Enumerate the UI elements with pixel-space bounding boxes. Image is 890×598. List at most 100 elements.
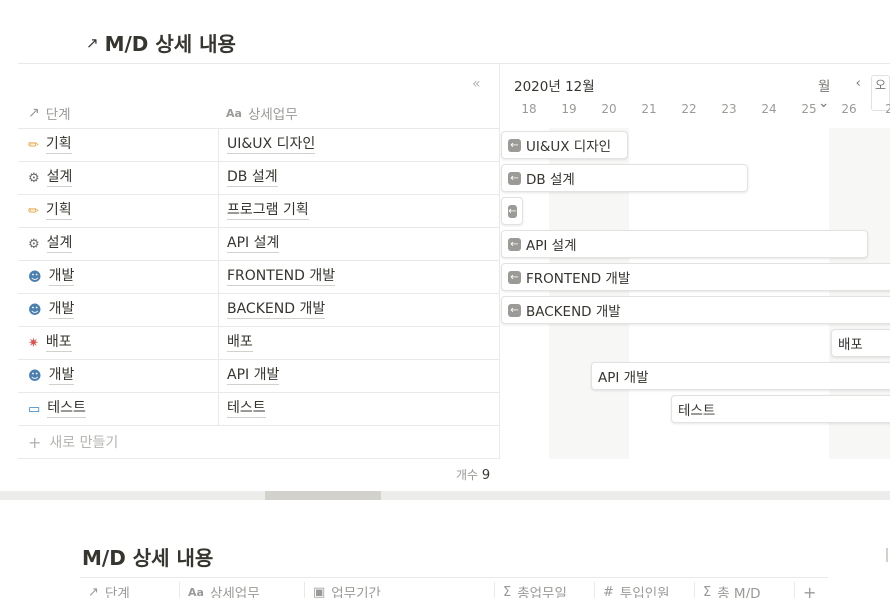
table-row[interactable]: ⚙ 설계 API 설계 (18, 227, 500, 260)
add-column-button[interactable]: + (794, 582, 816, 598)
scroll-left-arrow-icon[interactable]: ← (508, 171, 521, 185)
column-header-task[interactable]: Aa 상세업무 (226, 101, 298, 125)
phase-link[interactable]: 테스트 (47, 400, 86, 418)
developer-icon: ☻ (28, 368, 42, 384)
new-row-button[interactable]: + 새로 만들기 (18, 425, 500, 459)
column-header-label: 총업무일 (517, 586, 567, 598)
phase-cell[interactable]: ⚙ 설계 (28, 228, 73, 260)
column-header-label: 투입인원 (619, 586, 670, 598)
column-header[interactable]: # 투입인원 (594, 582, 670, 598)
timeline-day: 26 (841, 102, 857, 116)
timeline-bar[interactable]: ← (501, 197, 523, 225)
table-row[interactable]: ✏ 기획 프로그램 기획 (18, 194, 500, 227)
page-title[interactable]: ↗ M/D 상세 내용 (86, 28, 236, 57)
column-header[interactable]: Σ 총업무일 (494, 582, 567, 598)
scrollbar-thumb[interactable] (265, 491, 381, 500)
task-link[interactable]: 배포 (227, 334, 253, 352)
timeline-bar[interactable]: ← DB 설계 (501, 164, 748, 192)
calendar-icon: ▣ (313, 584, 326, 598)
link-arrow-icon: ↗ (86, 33, 99, 52)
task-cell[interactable]: API 설계 (227, 228, 280, 260)
column-header-label: 총 M/D (717, 586, 761, 598)
timeline-bar[interactable]: 테스트 (671, 395, 890, 423)
task-link[interactable]: DB 설계 (227, 169, 278, 187)
task-link[interactable]: 프로그램 기획 (227, 202, 309, 220)
timeline-bar-label: 테스트 (678, 403, 716, 419)
timeline-day: 24 (761, 102, 777, 116)
timeline-bar-label: API 설계 (526, 238, 577, 254)
table-row[interactable]: ▭ 테스트 테스트 (18, 392, 500, 425)
task-link[interactable]: UI&UX 디자인 (227, 136, 316, 154)
column-header[interactable]: Aa 상세업무 (179, 582, 260, 598)
timeline-bar[interactable]: ← FRONTEND 개발 (501, 263, 890, 291)
task-cell[interactable]: 프로그램 기획 (227, 195, 309, 227)
task-link[interactable]: API 개발 (227, 367, 280, 385)
collapse-table-button[interactable]: « (472, 76, 481, 92)
task-cell[interactable]: DB 설계 (227, 162, 278, 194)
column-header-phase[interactable]: ↗ 단계 (28, 101, 71, 125)
scroll-left-arrow-icon[interactable]: ← (508, 204, 517, 218)
task-cell[interactable]: UI&UX 디자인 (227, 129, 316, 161)
table-row[interactable]: ☻ 개발 FRONTEND 개발 (18, 260, 500, 293)
timeline-bar[interactable]: ← UI&UX 디자인 (501, 131, 628, 159)
table-row[interactable]: ✷ 배포 배포 (18, 326, 500, 359)
timeline-day: 18 (521, 102, 537, 116)
timeline-bar-label: API 개발 (598, 370, 649, 386)
phase-link[interactable]: 설계 (46, 235, 73, 253)
page-title-text: M/D 상세 내용 (104, 32, 236, 56)
phase-cell[interactable]: ⚙ 설계 (28, 162, 73, 194)
pencil-icon: ✏ (28, 203, 39, 219)
scroll-left-arrow-icon[interactable]: ← (508, 303, 521, 317)
task-cell[interactable]: BACKEND 개발 (227, 294, 326, 326)
scroll-left-arrow-icon[interactable]: ← (508, 237, 521, 251)
timeline-day: 22 (681, 102, 697, 116)
table-row[interactable]: ☻ 개발 API 개발 (18, 359, 500, 392)
task-link[interactable]: BACKEND 개발 (227, 301, 326, 319)
scroll-left-arrow-icon[interactable]: ← (508, 138, 521, 152)
phase-link[interactable]: 배포 (45, 334, 72, 352)
task-cell[interactable]: FRONTEND 개발 (227, 261, 336, 293)
phase-link[interactable]: 개발 (48, 367, 75, 385)
computer-icon: ▭ (28, 401, 41, 417)
phase-cell[interactable]: ☻ 개발 (28, 261, 75, 293)
phase-cell[interactable]: ✏ 기획 (28, 129, 72, 161)
phase-link[interactable]: 기획 (45, 136, 72, 154)
row-count: 개수 9 (456, 468, 491, 483)
timeline-bar[interactable]: 배포 (831, 329, 890, 357)
timeline-day: 25 (801, 102, 817, 116)
task-cell[interactable]: API 개발 (227, 360, 280, 392)
timeline-bar-label: FRONTEND 개발 (526, 271, 631, 287)
task-cell[interactable]: 배포 (227, 327, 253, 359)
timeline[interactable]: 2020년 12월 월 ⌄ ‹ 오 18 19 20 21 22 23 24 25 26 2 ← U… (500, 64, 890, 459)
timeline-day: 19 (561, 102, 577, 116)
timeline-bar[interactable]: API 개발 (591, 362, 890, 390)
phase-cell[interactable]: ▭ 테스트 (28, 393, 86, 425)
phase-link[interactable]: 기획 (45, 202, 72, 220)
column-header-label: 단계 (104, 586, 130, 598)
column-header-label: 업무기간 (331, 586, 381, 598)
phase-link[interactable]: 개발 (48, 268, 75, 286)
table-row[interactable]: ⚙ 설계 DB 설계 (18, 161, 500, 194)
table-row[interactable]: ☻ 개발 BACKEND 개발 (18, 293, 500, 326)
task-link[interactable]: FRONTEND 개발 (227, 268, 336, 286)
column-header[interactable]: ↗ 단계 (80, 582, 130, 598)
phase-link[interactable]: 설계 (46, 169, 73, 187)
task-link[interactable]: API 설계 (227, 235, 280, 253)
column-header[interactable]: Σ 총 M/D (694, 582, 761, 598)
phase-cell[interactable]: ☻ 개발 (28, 360, 75, 392)
phase-cell[interactable]: ✷ 배포 (28, 327, 72, 359)
horizontal-scrollbar[interactable] (0, 491, 890, 500)
task-cell[interactable]: 테스트 (227, 393, 266, 425)
table-row[interactable]: ✏ 기획 UI&UX 디자인 (18, 128, 500, 161)
timeline-bar[interactable]: ← API 설계 (501, 230, 868, 258)
pencil-icon: ✏ (28, 137, 39, 153)
column-header[interactable]: ▣ 업무기간 (304, 582, 381, 598)
phase-link[interactable]: 개발 (48, 301, 75, 319)
developer-icon: ☻ (28, 269, 42, 285)
phase-cell[interactable]: ☻ 개발 (28, 294, 75, 326)
task-link[interactable]: 테스트 (227, 400, 266, 418)
timeline-bar[interactable]: ← BACKEND 개발 (501, 296, 890, 324)
phase-cell[interactable]: ✏ 기획 (28, 195, 72, 227)
new-row-label: 새로 만들기 (49, 435, 119, 451)
scroll-left-arrow-icon[interactable]: ← (508, 270, 521, 284)
